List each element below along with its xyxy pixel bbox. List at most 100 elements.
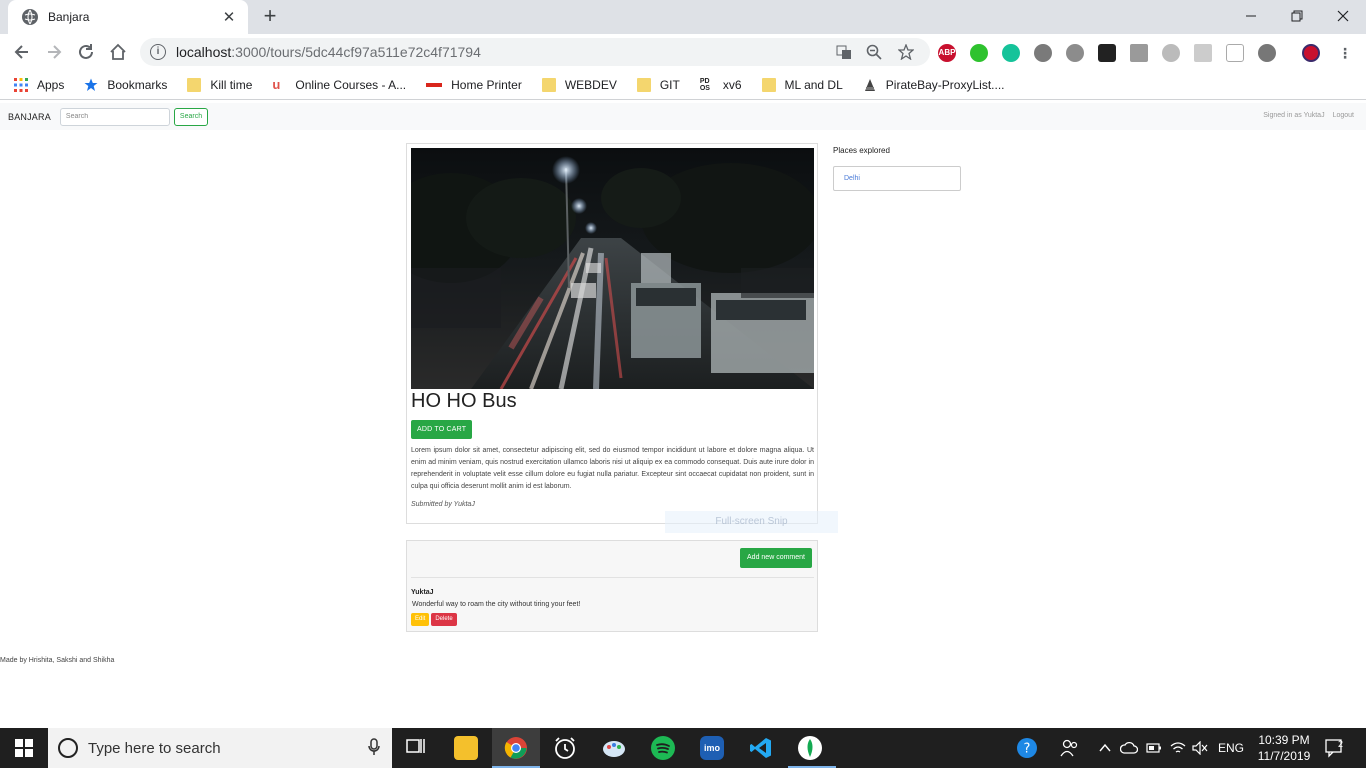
delete-comment-button[interactable]: Delete: [431, 613, 457, 626]
url-path: :3000/tours/5dc44cf97a511e72c4f71794: [231, 44, 481, 60]
bookmark-apps[interactable]: Apps: [14, 77, 65, 92]
people-icon[interactable]: [1060, 728, 1078, 768]
extension-grid-icon[interactable]: [1130, 44, 1148, 62]
profile-avatar[interactable]: [1302, 44, 1320, 62]
bookmark-home-printer[interactable]: Home Printer: [426, 78, 522, 92]
reload-icon[interactable]: [74, 40, 98, 64]
tour-card: HO HO Bus ADD TO CART Lorem ipsum dolor …: [406, 143, 818, 524]
bookmarks-bar: Apps Bookmarks Kill time u Online Course…: [0, 70, 1366, 100]
address-bar[interactable]: i localhost :3000/tours/5dc44cf97a511e72…: [140, 38, 930, 66]
places-list: Delhi: [833, 166, 961, 191]
mongodb-compass-icon[interactable]: [798, 736, 822, 760]
comment-actions: Edit Delete: [411, 613, 457, 626]
task-view-icon[interactable]: [404, 736, 428, 760]
extension-globe-icon[interactable]: [1162, 44, 1180, 62]
tab-title: Banjara: [48, 10, 90, 24]
extension-m-icon[interactable]: [1066, 44, 1084, 62]
search-input[interactable]: [59, 107, 170, 126]
page-footer: Made by Hrishita, Sakshi and Shikha: [0, 657, 115, 664]
svg-text:?: ?: [1024, 742, 1031, 757]
place-item[interactable]: Delhi: [844, 175, 860, 182]
bookmark-webdev[interactable]: WEBDEV: [541, 77, 617, 92]
bookmark-piratebay[interactable]: PirateBay-ProxyList....: [863, 78, 1005, 92]
close-window-icon[interactable]: [1320, 0, 1366, 32]
language-indicator[interactable]: ENG: [1218, 728, 1244, 768]
bookmark-git[interactable]: GIT: [636, 77, 680, 92]
microphone-icon[interactable]: [368, 737, 380, 759]
spotify-icon[interactable]: [651, 736, 675, 760]
vscode-icon[interactable]: [749, 736, 773, 760]
system-clock[interactable]: 10:39 PM 11/7/2019: [1254, 732, 1314, 764]
bookmark-xv6[interactable]: PD OS xv6: [700, 78, 742, 92]
restore-icon[interactable]: [1274, 0, 1320, 32]
chrome-icon[interactable]: [504, 736, 528, 760]
search-button[interactable]: Search: [173, 107, 209, 126]
bookmark-label: xv6: [722, 77, 742, 92]
bookmark-star-icon[interactable]: [897, 43, 915, 61]
bookmark-label: Apps: [37, 77, 65, 92]
bookmark-bookmarks[interactable]: Bookmarks: [84, 78, 167, 92]
forward-arrow-icon[interactable]: [42, 40, 66, 64]
wifi-icon[interactable]: [1170, 728, 1186, 768]
browser-tab[interactable]: Banjara ✕: [8, 0, 248, 34]
star-icon: [84, 78, 98, 92]
udemy-icon: u: [272, 76, 281, 92]
alarms-clock-icon[interactable]: [553, 736, 577, 760]
globe-icon: [22, 9, 38, 25]
site-navbar: BANJARA Search Signed in as YuktaJ Logou…: [0, 103, 1366, 130]
tour-image: [411, 148, 814, 389]
back-arrow-icon[interactable]: [10, 40, 34, 64]
snip-overlay[interactable]: Full-screen Snip: [665, 511, 838, 533]
extension-camera-icon[interactable]: [1258, 44, 1276, 62]
bookmark-label: ML and DL: [784, 77, 843, 92]
bookmark-ml-dl[interactable]: ML and DL: [761, 77, 843, 92]
chevron-up-icon[interactable]: [1098, 728, 1112, 768]
taskbar-search[interactable]: Type here to search: [48, 728, 392, 768]
adblock-icon[interactable]: ABP: [938, 44, 956, 62]
windows-start-icon[interactable]: [0, 728, 48, 768]
extension-power-icon[interactable]: [970, 44, 988, 62]
bookmark-label: Home Printer: [451, 77, 522, 92]
add-to-cart-button[interactable]: ADD TO CART: [411, 420, 473, 439]
comments-section: Add new comment YuktaJ Wonderful way to …: [406, 540, 818, 632]
divider: [411, 577, 814, 578]
logout-link[interactable]: Logout: [1333, 112, 1354, 119]
folder-icon: [636, 77, 651, 92]
notification-count: 2: [1338, 739, 1344, 749]
site-info-icon[interactable]: i: [150, 44, 166, 60]
brand-logo[interactable]: BANJARA: [8, 112, 51, 122]
signed-in-label: Signed in as YuktaJ: [1263, 112, 1325, 119]
extension-json-icon[interactable]: [1226, 44, 1244, 62]
volume-muted-icon[interactable]: [1192, 728, 1208, 768]
grammarly-icon[interactable]: [1002, 44, 1020, 62]
folder-icon: [761, 77, 776, 92]
cortana-icon: [58, 738, 78, 758]
bookmark-label: Online Courses - A...: [295, 77, 407, 92]
bookmark-label: PirateBay-ProxyList....: [885, 77, 1005, 92]
bookmark-label: GIT: [659, 77, 680, 92]
windows-taskbar: Type here to search imo ? ENG 10:39 PM 1…: [0, 728, 1366, 768]
cloud-icon[interactable]: [1119, 728, 1139, 768]
extension-copy-icon[interactable]: [1194, 44, 1212, 62]
extension-glasses-icon[interactable]: [1098, 44, 1116, 62]
translate-icon[interactable]: [836, 44, 852, 60]
paint-icon[interactable]: [602, 736, 626, 760]
url-host: localhost: [176, 44, 232, 60]
zoom-icon[interactable]: [866, 44, 882, 60]
bookmark-label: Bookmarks: [107, 77, 168, 92]
bookmark-online-courses[interactable]: u Online Courses - A...: [272, 76, 407, 92]
edit-comment-button[interactable]: Edit: [411, 613, 430, 626]
comment-text: Wonderful way to roam the city without t…: [412, 601, 581, 608]
file-explorer-icon[interactable]: [454, 736, 478, 760]
chrome-menu-icon[interactable]: ⋮: [1336, 44, 1354, 62]
imo-icon[interactable]: imo: [700, 736, 724, 760]
extension-bird-icon[interactable]: [1034, 44, 1052, 62]
help-icon[interactable]: ?: [1016, 728, 1038, 768]
new-tab-button[interactable]: +: [259, 5, 281, 27]
bookmark-kill-time[interactable]: Kill time: [187, 77, 252, 92]
minimize-icon[interactable]: [1228, 0, 1274, 32]
battery-icon[interactable]: [1146, 728, 1162, 768]
tab-close-icon[interactable]: ✕: [220, 8, 238, 26]
add-comment-button[interactable]: Add new comment: [740, 548, 812, 568]
home-icon[interactable]: [106, 40, 130, 64]
